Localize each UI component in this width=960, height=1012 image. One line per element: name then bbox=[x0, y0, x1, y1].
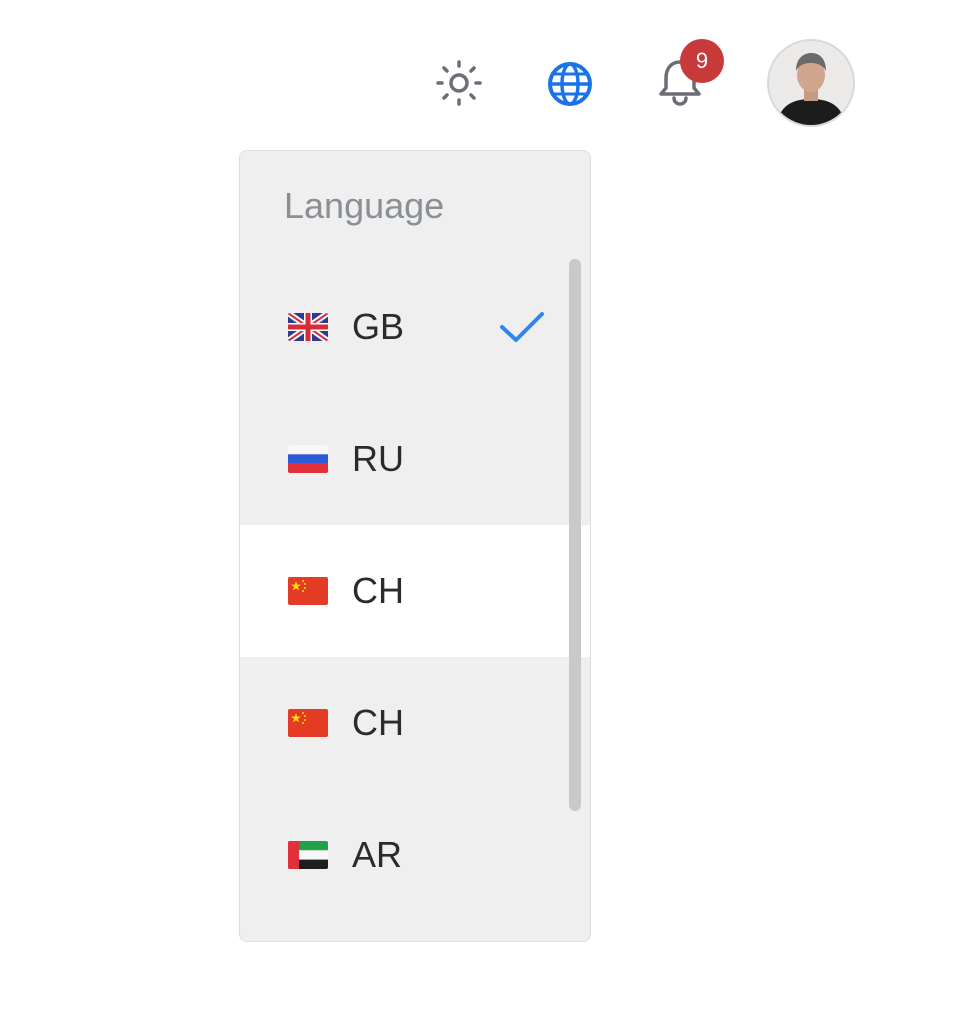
china-flag-icon bbox=[288, 577, 328, 605]
theme-toggle-button[interactable] bbox=[434, 58, 484, 108]
language-label: GB bbox=[352, 306, 405, 347]
language-label: RU bbox=[352, 438, 404, 479]
dropdown-title: Language bbox=[284, 185, 445, 226]
app-header-area: 9 Language GB RU CH CH AR bbox=[0, 0, 960, 1012]
language-label: CH bbox=[352, 702, 404, 743]
language-button[interactable] bbox=[544, 58, 596, 110]
china-flag-icon bbox=[288, 709, 328, 737]
language-option-ar[interactable]: AR bbox=[240, 789, 590, 921]
uk-flag-icon bbox=[288, 313, 328, 341]
checkmark-icon bbox=[500, 312, 544, 342]
language-option-ch[interactable]: CH bbox=[240, 657, 590, 789]
language-dropdown: Language GB RU CH CH AR bbox=[239, 150, 591, 942]
globe-icon bbox=[548, 62, 592, 106]
uae-flag-icon bbox=[288, 841, 328, 869]
dropdown-scrollbar[interactable] bbox=[569, 259, 581, 811]
user-photo bbox=[769, 41, 853, 125]
russia-flag-icon bbox=[288, 445, 328, 473]
user-avatar[interactable] bbox=[767, 39, 855, 127]
language-option-ch-highlighted[interactable]: CH bbox=[240, 525, 590, 657]
language-option-ru[interactable]: RU bbox=[240, 393, 590, 525]
language-option-gb[interactable]: GB bbox=[240, 261, 590, 393]
notification-count-badge: 9 bbox=[680, 39, 724, 83]
language-label: AR bbox=[352, 834, 403, 875]
sun-icon bbox=[436, 60, 482, 106]
language-label: CH bbox=[352, 570, 404, 611]
